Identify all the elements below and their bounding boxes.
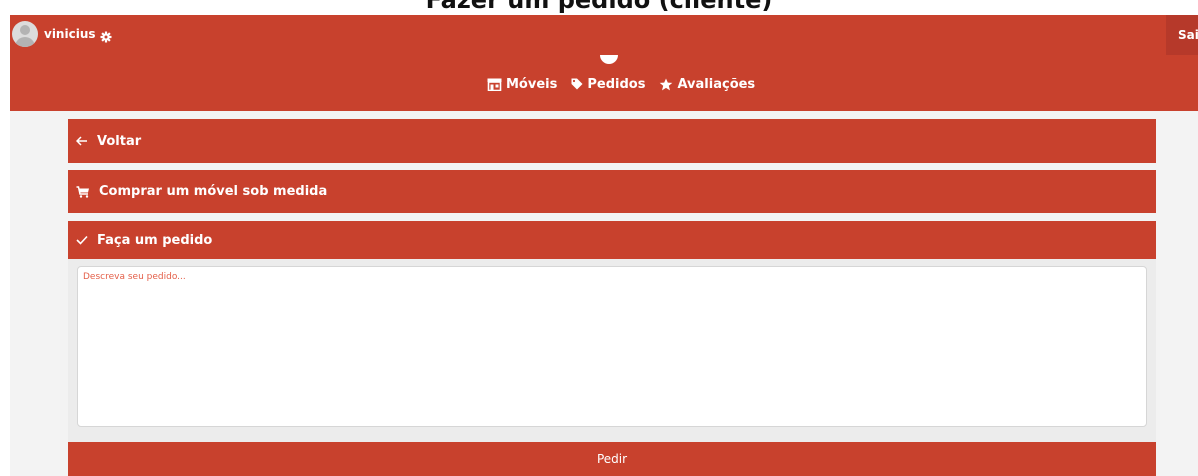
buy-custom-furniture-button[interactable]: Comprar um móvel sob medida	[68, 170, 1156, 213]
store-icon	[487, 78, 502, 91]
arrow-left-icon	[76, 136, 87, 146]
cart-icon	[76, 185, 89, 198]
submit-order-button[interactable]: Pedir	[68, 442, 1156, 476]
top-bar: vinicius Sair	[10, 15, 1198, 55]
buy-label: Comprar um móvel sob medida	[99, 184, 328, 199]
check-icon	[76, 235, 88, 245]
nav-item-avaliacoes[interactable]: Avaliações	[652, 72, 762, 96]
nav-item-moveis[interactable]: Móveis	[480, 72, 564, 96]
avatar[interactable]	[12, 21, 38, 47]
user-menu[interactable]: vinicius	[12, 21, 112, 47]
nav-item-pedidos[interactable]: Pedidos	[564, 72, 652, 96]
gear-icon[interactable]	[100, 28, 112, 43]
star-icon	[660, 78, 673, 90]
order-label: Faça um pedido	[97, 232, 213, 248]
main-content: Voltar Comprar um móvel sob medida Faça …	[10, 111, 1198, 476]
back-button[interactable]: Voltar	[68, 119, 1156, 163]
username[interactable]: vinicius	[44, 27, 96, 41]
back-label: Voltar	[97, 133, 142, 149]
nav-item-label: Avaliações	[677, 76, 756, 92]
tag-icon	[571, 78, 583, 90]
page-heading: Fazer um pedido (cliente)	[425, 0, 773, 14]
nav-item-label: Móveis	[506, 76, 558, 92]
order-description-input[interactable]	[77, 266, 1147, 427]
main-nav: Móveis Pedidos Avaliações	[10, 55, 1198, 111]
logo-icon	[600, 55, 618, 64]
page-heading-strip: Fazer um pedido (cliente)	[0, 0, 1198, 16]
order-form-panel	[68, 259, 1156, 442]
exit-button[interactable]: Sair	[1166, 15, 1198, 55]
order-section-header: Faça um pedido	[68, 221, 1156, 259]
nav-item-label: Pedidos	[587, 76, 646, 92]
